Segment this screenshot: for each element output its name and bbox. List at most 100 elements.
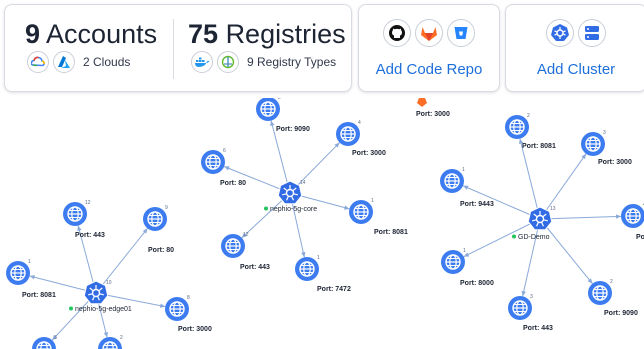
cluster-name-label: nephio-5g-core	[270, 206, 317, 213]
harbor-icon	[217, 51, 239, 73]
summary-divider	[173, 19, 174, 79]
edge-arrow	[581, 153, 587, 160]
port-node[interactable]: 2	[98, 335, 123, 349]
registry-types-summary[interactable]: 9 Registry Types	[191, 51, 336, 73]
port-node[interactable]: 6 Port: 80	[201, 148, 246, 187]
port-node[interactable]: 3 Port: 3000	[581, 130, 632, 166]
summary-card: 9 Accounts 2 Clouds 75 Registries 9 Regi…	[4, 4, 352, 92]
port-node[interactable]: 12 Port: 443	[63, 200, 105, 239]
gitlab-icon	[415, 19, 443, 47]
registries-stat[interactable]: 75 Registries	[188, 19, 346, 49]
edge-line	[519, 138, 541, 220]
port-label: Port: 8000	[460, 280, 494, 287]
port-label: Port: 3000	[178, 326, 212, 333]
registries-count: 75	[188, 19, 219, 49]
port-label: Port: 3000	[598, 159, 632, 166]
edge-line	[522, 218, 541, 297]
port-label: Port: 80	[636, 234, 644, 241]
cluster-icons	[506, 19, 644, 47]
port-label: Port: 8081	[374, 229, 408, 236]
node-badge: 8	[187, 295, 190, 301]
port-label: Port: 443	[75, 232, 105, 239]
node-badge: 13	[550, 206, 556, 212]
add-cluster-card[interactable]: Add Cluster	[505, 4, 644, 92]
port-label: Port: 443	[523, 325, 553, 332]
status-dot	[69, 306, 73, 311]
google-cloud-icon	[27, 51, 49, 73]
cluster-name-label: GD-Demo	[518, 234, 550, 241]
port-label: Port: 9443	[460, 201, 494, 208]
gitlab-icon	[417, 98, 427, 107]
edge-line	[539, 215, 622, 220]
node-badge: 2	[610, 279, 613, 285]
edge-line	[539, 153, 587, 220]
clouds-summary[interactable]: 2 Clouds	[27, 51, 130, 73]
accounts-stat[interactable]: 9 Accounts	[25, 19, 157, 49]
cluster-group[interactable]: 2 Port: 9090 4 Port: 3000 6 Port: 80 1 Port: 80…	[201, 98, 408, 293]
accounts-count: 9	[25, 19, 41, 49]
cluster-group[interactable]: 2 Port: 8081 3 Port: 3000 1 Port: 9443 4Port: …	[440, 113, 644, 332]
port-label: Port: 7472	[317, 286, 351, 293]
port-node[interactable]: 1 Port: 8081	[349, 198, 408, 236]
port-node[interactable]: 8 Port: 3000	[165, 295, 212, 333]
port-label: Port: 9090	[276, 126, 310, 133]
accounts-count-line: 9 Accounts	[25, 19, 157, 49]
code-repo-icons	[359, 19, 499, 47]
node-badge: 1	[28, 259, 31, 265]
edge-line	[539, 218, 593, 284]
port-node[interactable]: 4Port: 80	[621, 202, 644, 241]
port-node[interactable]: 12 Port: 443	[221, 232, 270, 271]
port-node[interactable]: 3	[32, 335, 57, 349]
external-node[interactable]: Port: 3000	[416, 98, 450, 118]
node-badge: 12	[243, 232, 249, 238]
server-stack-icon	[578, 19, 606, 47]
port-label: Port: 3000	[352, 150, 386, 157]
node-badge: 3	[603, 130, 606, 136]
port-node[interactable]: 3 Port: 443	[508, 294, 553, 332]
port-node[interactable]: 2 Port: 9090	[256, 98, 310, 133]
port-node[interactable]: 9 Port: 80	[143, 205, 174, 254]
port-label: Port: 443	[240, 264, 270, 271]
kubernetes-icon	[546, 19, 574, 47]
github-icon	[383, 19, 411, 47]
edge-arrow	[521, 290, 526, 297]
cluster-group[interactable]: 12 Port: 443 9 Port: 80 1 Port: 8081 8 Port: 30…	[6, 200, 212, 349]
cluster-node[interactable]: 13 GD-Demo	[512, 206, 556, 241]
status-dot	[264, 206, 268, 211]
accounts-label: Accounts	[46, 19, 158, 49]
port-node[interactable]: 4 Port: 3000	[336, 120, 386, 157]
node-badge: 1	[462, 167, 465, 173]
port-node[interactable]: 2 Port: 8081	[505, 113, 556, 150]
port-label: Port: 8081	[522, 143, 556, 150]
cluster-node[interactable]: 14 nephio-5g-core	[264, 180, 317, 213]
node-badge: 9	[165, 205, 168, 211]
node-badge: 3	[54, 335, 57, 341]
edge-arrow	[159, 303, 166, 308]
topology-graph[interactable]: 12Port: 4439Port: 801Port: 8081 8Port: 30…	[0, 98, 644, 349]
node-badge: 1	[317, 255, 320, 261]
node-badge: 2	[120, 335, 123, 341]
node-badge: 2	[527, 113, 530, 119]
node-badge: 1	[371, 198, 374, 204]
port-label: Port: 3000	[416, 111, 450, 118]
node-badge: 10	[106, 280, 112, 286]
node-badge: 4	[358, 120, 361, 126]
port-node[interactable]: 2 Port: 9090	[588, 279, 638, 317]
edge-arrow	[301, 251, 306, 258]
add-code-repo-card[interactable]: Add Code Repo	[358, 4, 500, 92]
status-dot	[512, 234, 516, 239]
node-badge: 14	[300, 180, 306, 186]
cluster-node[interactable]: 10 nephio-5g-edge01	[69, 280, 132, 313]
port-label: Port: 9090	[604, 310, 638, 317]
node-badge: 3	[530, 294, 533, 300]
registries-count-line: 75 Registries	[188, 19, 346, 49]
cluster-name-label: nephio-5g-edge01	[75, 306, 132, 313]
azure-icon	[53, 51, 75, 73]
port-node[interactable]: 1 Port: 7472	[295, 255, 351, 293]
port-node[interactable]: 1 Port: 8081	[6, 259, 56, 299]
add-code-repo-button[interactable]: Add Code Repo	[359, 61, 499, 78]
node-badge: 1	[463, 248, 466, 254]
registries-label: Registries	[225, 19, 346, 49]
docker-icon	[191, 51, 213, 73]
add-cluster-button[interactable]: Add Cluster	[506, 61, 644, 78]
